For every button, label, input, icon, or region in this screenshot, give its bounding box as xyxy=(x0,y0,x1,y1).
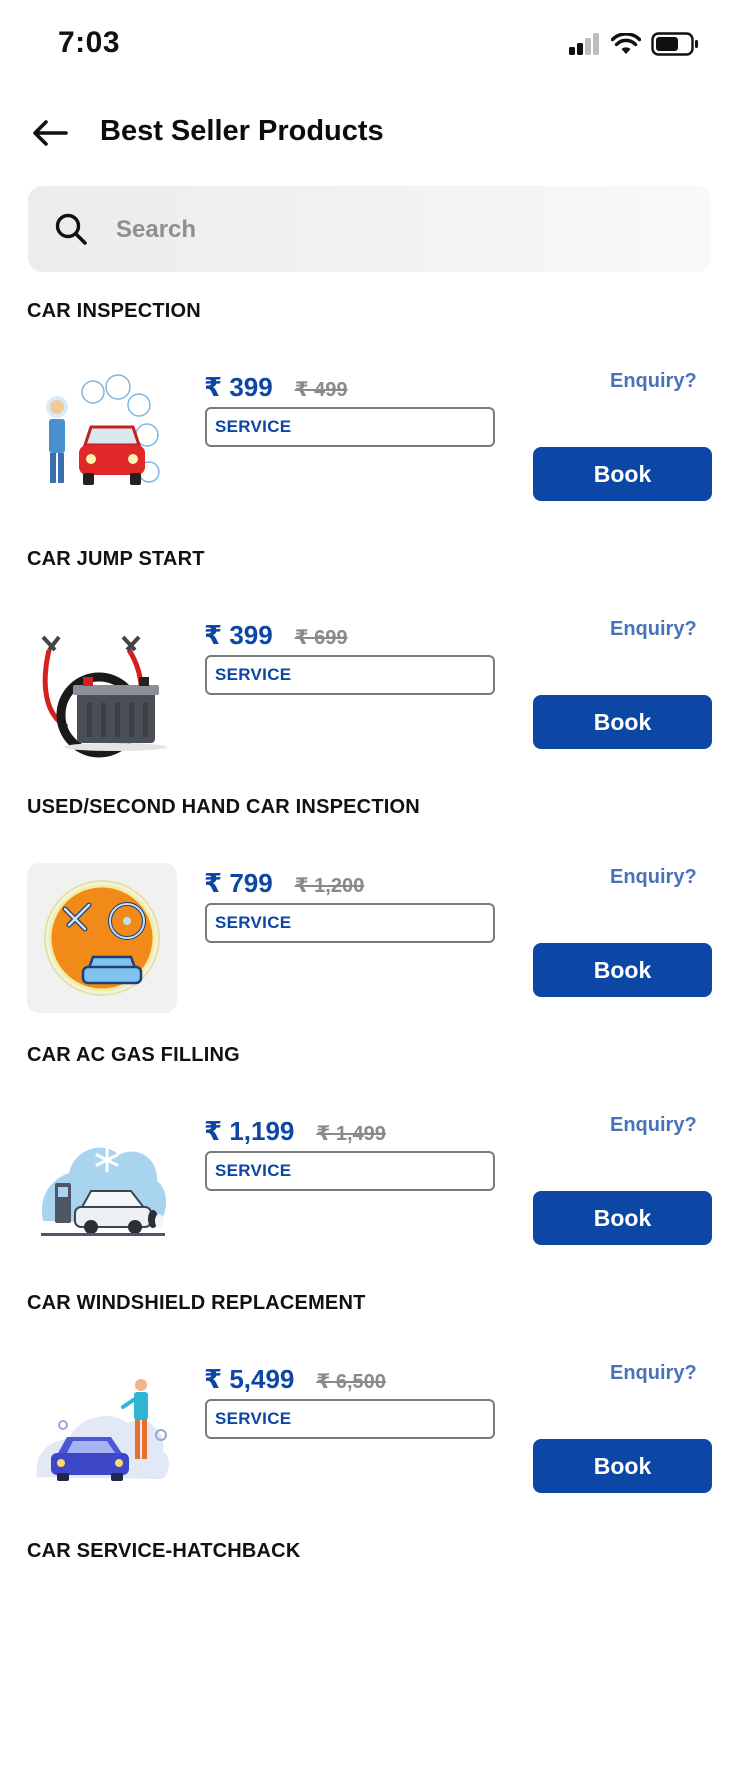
product-card: USED/SECOND HAND CAR INSPECTION ₹ 799 ₹ … xyxy=(0,786,739,1034)
product-image xyxy=(27,367,177,517)
status-time: 7:03 xyxy=(58,26,121,59)
product-title: USED/SECOND HAND CAR INSPECTION xyxy=(27,796,420,818)
price-row: ₹ 799 ₹ 1,200 xyxy=(204,868,364,899)
product-card: CAR WINDSHIELD REPLACEMENT ₹ 5,499 ₹ 6,5… xyxy=(0,1282,739,1530)
book-button[interactable]: Book xyxy=(533,695,712,749)
enquiry-link[interactable]: Enquiry? xyxy=(610,618,697,641)
enquiry-link[interactable]: Enquiry? xyxy=(610,370,697,393)
cellular-signal-icon xyxy=(569,33,599,55)
price: ₹ 799 xyxy=(204,868,273,898)
price-row: ₹ 399 ₹ 499 xyxy=(204,372,348,403)
search-icon xyxy=(55,213,87,245)
product-title: CAR AC GAS FILLING xyxy=(27,1044,240,1066)
search-bar[interactable] xyxy=(28,186,711,272)
enquiry-link[interactable]: Enquiry? xyxy=(610,1362,697,1385)
jump-start-battery-illustration xyxy=(41,635,167,758)
enquiry-link[interactable]: Enquiry? xyxy=(610,866,697,889)
car-ac-illustration xyxy=(41,1147,167,1236)
status-bar: 7:03 xyxy=(0,0,739,90)
product-image xyxy=(27,1359,177,1509)
original-price: ₹ 1,499 xyxy=(316,1123,386,1145)
back-arrow-icon xyxy=(33,120,68,146)
product-title: CAR WINDSHIELD REPLACEMENT xyxy=(27,1292,366,1314)
price-row: ₹ 399 ₹ 699 xyxy=(204,620,348,651)
price: ₹ 1,199 xyxy=(204,1116,295,1146)
search-input[interactable] xyxy=(114,208,678,252)
back-button[interactable] xyxy=(30,117,70,149)
product-image xyxy=(27,863,177,1013)
battery-icon xyxy=(651,32,698,56)
product-card: CAR AC GAS FILLING ₹ 1,199 ₹ 1,499 SERVI… xyxy=(0,1034,739,1282)
product-title: CAR JUMP START xyxy=(27,548,205,570)
book-button[interactable]: Book xyxy=(533,447,712,501)
product-title: CAR INSPECTION xyxy=(27,300,201,322)
car-inspection-illustration xyxy=(46,374,160,485)
windshield-service-illustration xyxy=(36,1379,169,1481)
product-title: CAR SERVICE-HATCHBACK xyxy=(27,1540,301,1562)
price: ₹ 399 xyxy=(204,372,273,402)
book-button[interactable]: Book xyxy=(533,1439,712,1493)
category-tag: SERVICE xyxy=(205,655,495,695)
original-price: ₹ 6,500 xyxy=(316,1371,386,1393)
category-tag: SERVICE xyxy=(205,1151,495,1191)
category-tag: SERVICE xyxy=(205,1399,495,1439)
original-price: ₹ 499 xyxy=(294,379,348,401)
price-row: ₹ 1,199 ₹ 1,499 xyxy=(204,1116,386,1147)
price-row: ₹ 5,499 ₹ 6,500 xyxy=(204,1364,386,1395)
book-button[interactable]: Book xyxy=(533,943,712,997)
book-button[interactable]: Book xyxy=(533,1191,712,1245)
status-icons xyxy=(569,32,699,56)
wifi-icon xyxy=(611,33,641,54)
product-card: CAR JUMP START ₹ 399 ₹ 699 SERVICE Enqui… xyxy=(0,538,739,786)
product-image xyxy=(27,615,177,765)
category-tag: SERVICE xyxy=(205,903,495,943)
category-tag: SERVICE xyxy=(205,407,495,447)
original-price: ₹ 1,200 xyxy=(294,875,365,897)
car-tools-badge-illustration xyxy=(44,880,160,996)
price: ₹ 5,499 xyxy=(204,1364,295,1394)
product-image xyxy=(27,1111,177,1261)
product-card: CAR INSPECTION ₹ 399 ₹ 499 SERVICE Enqui… xyxy=(0,290,739,538)
original-price: ₹ 699 xyxy=(294,627,348,649)
product-card: CAR SERVICE-HATCHBACK xyxy=(0,1530,739,1778)
price: ₹ 399 xyxy=(204,620,273,650)
product-list: CAR INSPECTION ₹ 399 ₹ 499 SERVICE Enqui… xyxy=(0,290,739,1778)
page-title: Best Seller Products xyxy=(100,115,384,147)
header: Best Seller Products xyxy=(0,105,739,165)
enquiry-link[interactable]: Enquiry? xyxy=(610,1114,697,1137)
